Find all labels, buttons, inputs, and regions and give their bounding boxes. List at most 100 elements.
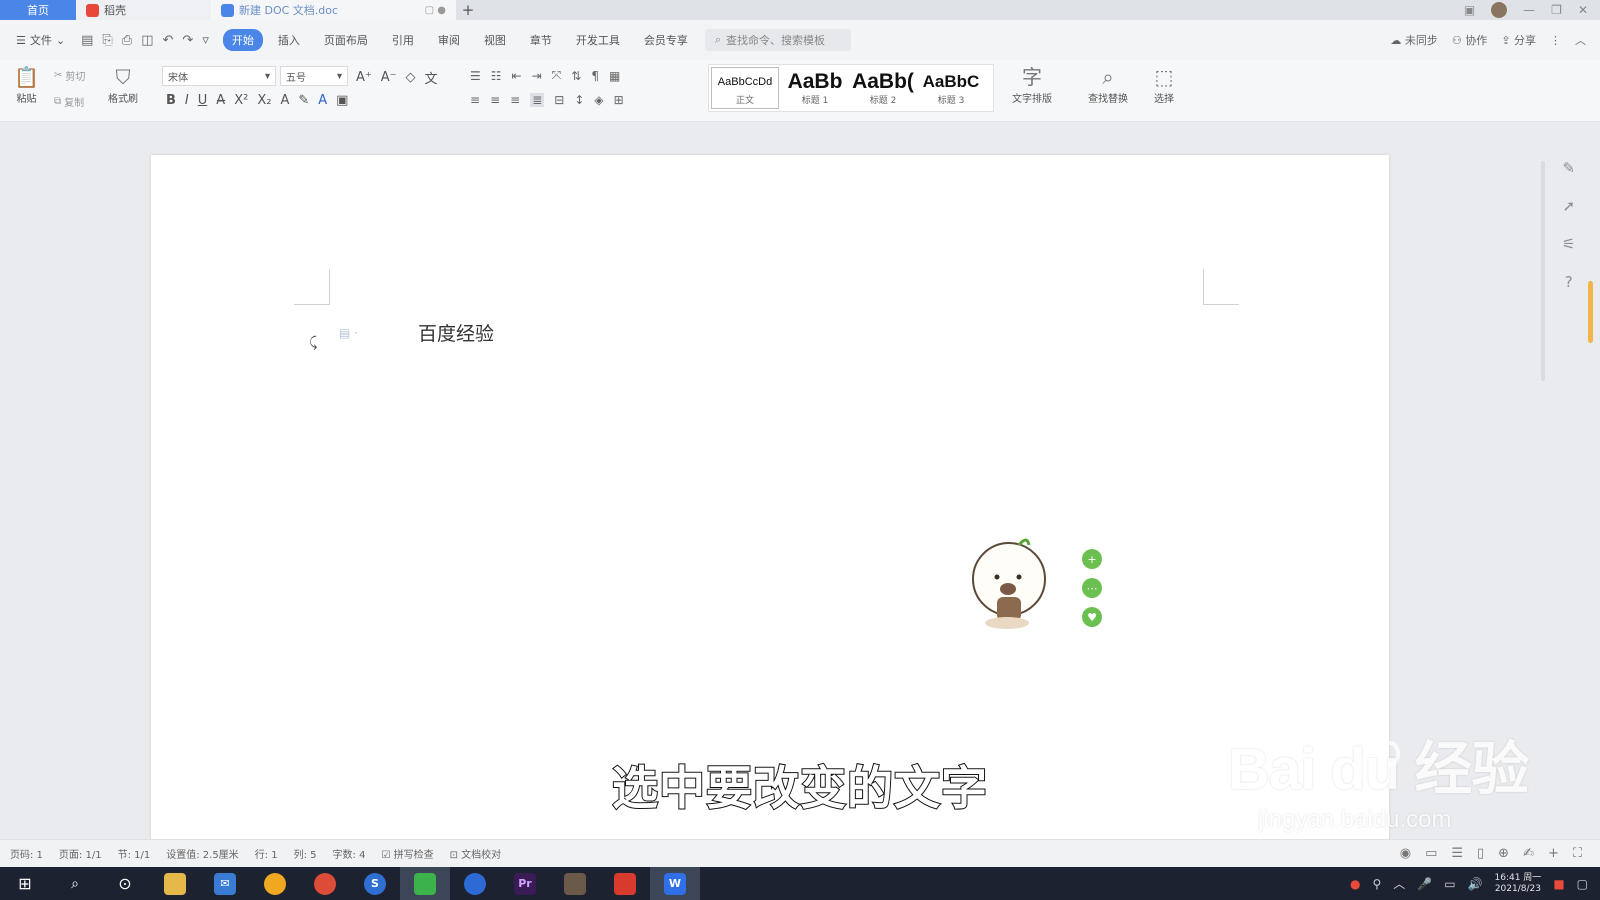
font-color-icon[interactable]: A	[318, 93, 327, 108]
underline-icon[interactable]: U	[198, 93, 208, 108]
menu-tab-view[interactable]: 视图	[475, 29, 515, 51]
copy-button[interactable]: ⧉ 复制	[54, 94, 84, 109]
print-preview-icon[interactable]: ◫	[141, 33, 153, 48]
phonetic-icon[interactable]: 文	[425, 68, 438, 87]
print-icon[interactable]: ⎙	[122, 33, 132, 48]
new-tab-button[interactable]: +	[456, 0, 480, 20]
taskbar-kingsoft[interactable]	[600, 867, 650, 900]
taskbar-app-blue[interactable]	[450, 867, 500, 900]
select-button[interactable]: ⬚ 选择	[1154, 64, 1174, 105]
pointer-icon[interactable]: ➚	[1562, 197, 1575, 215]
tray-app-icon[interactable]: ●	[1350, 877, 1360, 891]
increase-indent-icon[interactable]: ⇥	[532, 69, 542, 83]
pen-icon[interactable]: ✎	[1562, 159, 1575, 177]
sync-button[interactable]: ☁ 未同步	[1390, 32, 1438, 48]
taskbar-search[interactable]: ⌕	[50, 867, 100, 900]
char-border-icon[interactable]: ▣	[336, 93, 348, 108]
document-paragraph[interactable]: ▤ · 百度经验	[339, 319, 494, 346]
file-menu[interactable]: ☰ 文件 ⌄	[16, 32, 65, 48]
format-painter-button[interactable]: ⛉ 格式刷	[108, 64, 138, 105]
restore-icon[interactable]: ❐	[1551, 3, 1562, 17]
cut-button[interactable]: ✂ 剪切	[54, 68, 85, 83]
highlight-icon[interactable]: ✎	[298, 93, 309, 108]
taskbar-chrome[interactable]	[300, 867, 350, 900]
align-left-icon[interactable]: ≡	[470, 93, 480, 107]
mascot-image[interactable]	[971, 533, 1051, 633]
scrollbar-thumb[interactable]	[1541, 161, 1545, 381]
italic-icon[interactable]: I	[185, 93, 189, 108]
status-setting[interactable]: 设置值: 2.5厘米	[166, 846, 238, 861]
mascot-heart-icon[interactable]: ♥	[1082, 607, 1102, 627]
subscript-icon[interactable]: X₂	[257, 93, 271, 108]
taskbar-premiere[interactable]: Pr	[500, 867, 550, 900]
taskbar-file-explorer[interactable]	[150, 867, 200, 900]
style-heading-3[interactable]: AaBbC 标题 3	[917, 65, 985, 111]
avatar[interactable]	[1491, 2, 1508, 18]
spell-check-toggle[interactable]: ☑ 拼写检查	[381, 846, 433, 861]
sort-icon[interactable]: ⇅	[571, 69, 581, 83]
mascot-chat-icon[interactable]: ⋯	[1082, 578, 1102, 598]
borders-icon[interactable]: ⊞	[614, 93, 624, 107]
table-icon[interactable]: ▦	[609, 69, 620, 83]
redo-icon[interactable]: ↷	[182, 33, 193, 48]
command-search-input[interactable]: ⌕ 查找命令、搜索模板	[704, 29, 851, 51]
web-view-icon[interactable]: ⊕	[1498, 846, 1509, 861]
taskbar-qq[interactable]	[250, 867, 300, 900]
align-right-icon[interactable]: ≡	[510, 93, 520, 107]
page-view-icon[interactable]: ▭	[1425, 846, 1437, 861]
undo-icon[interactable]: ↶	[163, 33, 174, 48]
taskbar-wechat[interactable]	[400, 867, 450, 900]
bold-icon[interactable]: B	[166, 93, 176, 108]
paragraph-handle-icon[interactable]: ▤ ·	[339, 326, 358, 340]
layout-icon[interactable]: ▣	[1464, 3, 1475, 17]
clear-format-icon[interactable]: ◇	[406, 70, 416, 85]
chinese-layout-icon[interactable]: ⤧	[552, 68, 562, 83]
text-layout-button[interactable]: 字 文字排版	[1012, 64, 1052, 105]
superscript-icon[interactable]: X²	[234, 93, 248, 108]
network-icon[interactable]: ▭	[1444, 877, 1455, 891]
menu-tab-section[interactable]: 章节	[521, 29, 561, 51]
menu-tab-page-layout[interactable]: 页面布局	[315, 29, 377, 51]
menu-tab-references[interactable]: 引用	[383, 29, 423, 51]
zoom-in-icon[interactable]: +	[1548, 846, 1559, 861]
eye-protect-icon[interactable]: ◉	[1400, 846, 1411, 861]
style-heading-1[interactable]: AaBb 标题 1	[781, 65, 849, 111]
action-center-icon[interactable]: ▢	[1577, 877, 1588, 891]
volume-icon[interactable]: 🔊	[1468, 877, 1483, 891]
font-name-select[interactable]: 宋体 ▾	[162, 66, 276, 86]
write-view-icon[interactable]: ✍	[1523, 846, 1534, 861]
customize-icon[interactable]: ▿	[202, 33, 209, 48]
save-icon[interactable]: ▤	[81, 33, 93, 48]
taskbar-mail[interactable]: ✉	[200, 867, 250, 900]
shading-icon[interactable]: ◈	[594, 93, 603, 107]
tab-daoke[interactable]: 稻壳	[76, 0, 211, 20]
menu-tab-insert[interactable]: 插入	[269, 29, 309, 51]
paste-button[interactable]: 📋 粘贴	[14, 64, 39, 105]
bullet-list-icon[interactable]: ☰	[470, 69, 481, 83]
show-marks-icon[interactable]: ¶	[591, 69, 599, 83]
vertical-scrollbar[interactable]	[1536, 131, 1550, 821]
line-spacing-icon[interactable]: ↕	[574, 93, 584, 107]
menu-tab-review[interactable]: 审阅	[429, 29, 469, 51]
strikethrough-icon[interactable]: A̶	[216, 93, 225, 108]
style-normal[interactable]: AaBbCcDd 正文	[711, 67, 779, 109]
status-section[interactable]: 节: 1/1	[118, 846, 151, 861]
numbered-list-icon[interactable]: ☷	[491, 69, 502, 83]
document-page[interactable]: ▤ · 百度经验 ⤹ + ⋯ ♥	[151, 155, 1389, 855]
more-icon[interactable]: ⋮	[1550, 34, 1561, 47]
decrease-indent-icon[interactable]: ⇤	[512, 69, 522, 83]
close-window-icon[interactable]: ✕	[1578, 3, 1588, 17]
mic-icon[interactable]: 🎤	[1417, 877, 1432, 891]
distribute-icon[interactable]: ⊟	[554, 93, 564, 107]
export-icon[interactable]: ⎘	[102, 33, 112, 48]
shrink-font-icon[interactable]: A⁻	[381, 70, 397, 85]
minimize-icon[interactable]: —	[1523, 3, 1535, 17]
tab-close-icon[interactable]: ▢ ●	[425, 5, 446, 16]
style-heading-2[interactable]: AaBb( 标题 2	[849, 65, 917, 111]
menu-tab-home[interactable]: 开始	[222, 29, 263, 51]
reading-view-icon[interactable]: ▯	[1477, 846, 1484, 861]
tray-clock[interactable]: 16:41 周一 2021/8/23	[1495, 873, 1542, 895]
tab-home[interactable]: 首页	[0, 0, 76, 20]
taskbar-photos[interactable]	[550, 867, 600, 900]
start-button[interactable]: ⊞	[0, 867, 50, 900]
